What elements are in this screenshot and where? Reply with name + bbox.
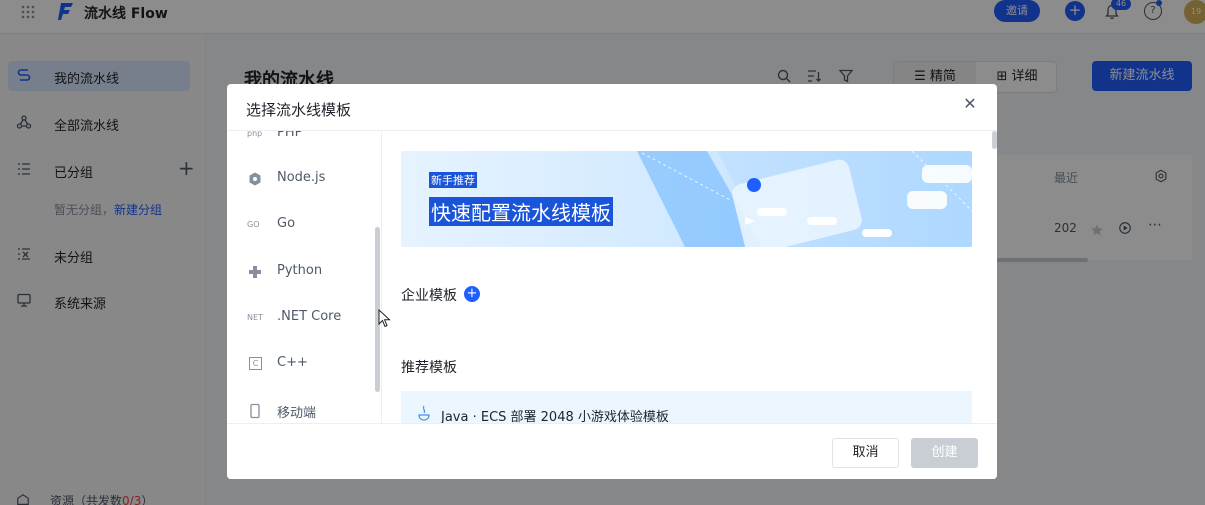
language-label: .NET Core bbox=[277, 309, 342, 324]
language-list: php PHP Node.js GO Go Python NET .NET Co… bbox=[227, 131, 382, 423]
modal-footer: 取消 创建 bbox=[227, 423, 997, 479]
banner-illustration bbox=[637, 151, 972, 247]
dotnet-icon: NET bbox=[247, 313, 263, 322]
mouse-cursor-icon bbox=[378, 309, 391, 328]
content-scrollbar[interactable] bbox=[992, 131, 997, 149]
create-button[interactable]: 创建 bbox=[911, 438, 978, 468]
language-label: 移动端 bbox=[277, 406, 317, 421]
go-icon: GO bbox=[247, 220, 260, 229]
nodejs-icon bbox=[249, 172, 261, 186]
recommended-template-label: 推荐模板 bbox=[401, 360, 457, 376]
add-enterprise-template-icon[interactable]: + bbox=[464, 286, 480, 302]
cpp-icon: C bbox=[249, 357, 262, 370]
template-content: 新手推荐 快速配置流水线模板 企业模板 + 推荐模板 Java · ECS 部署… bbox=[382, 131, 997, 423]
banner-title: 快速配置流水线模板 bbox=[429, 197, 613, 226]
template-item[interactable]: Java · ECS 部署 2048 小游戏体验模板 bbox=[401, 391, 972, 423]
language-label: Python bbox=[277, 263, 323, 278]
language-label: Node.js bbox=[277, 170, 326, 185]
cancel-button[interactable]: 取消 bbox=[832, 438, 899, 468]
banner-tag: 新手推荐 bbox=[429, 172, 477, 188]
php-icon: php bbox=[247, 131, 263, 138]
language-label: Go bbox=[277, 216, 296, 231]
close-icon[interactable]: ✕ bbox=[962, 96, 978, 112]
template-item-label: Java · ECS 部署 2048 小游戏体验模板 bbox=[441, 410, 669, 423]
mobile-icon bbox=[250, 403, 260, 419]
template-modal: 选择流水线模板 ✕ php PHP Node.js GO Go Python N… bbox=[227, 84, 997, 479]
beginner-banner[interactable]: 新手推荐 快速配置流水线模板 bbox=[401, 151, 972, 247]
modal-title: 选择流水线模板 bbox=[246, 101, 352, 119]
enterprise-template-label: 企业模板 bbox=[401, 288, 457, 304]
language-label: PHP bbox=[277, 131, 303, 140]
language-label: C++ bbox=[277, 355, 308, 370]
python-icon bbox=[249, 266, 261, 278]
java-icon bbox=[418, 405, 430, 421]
